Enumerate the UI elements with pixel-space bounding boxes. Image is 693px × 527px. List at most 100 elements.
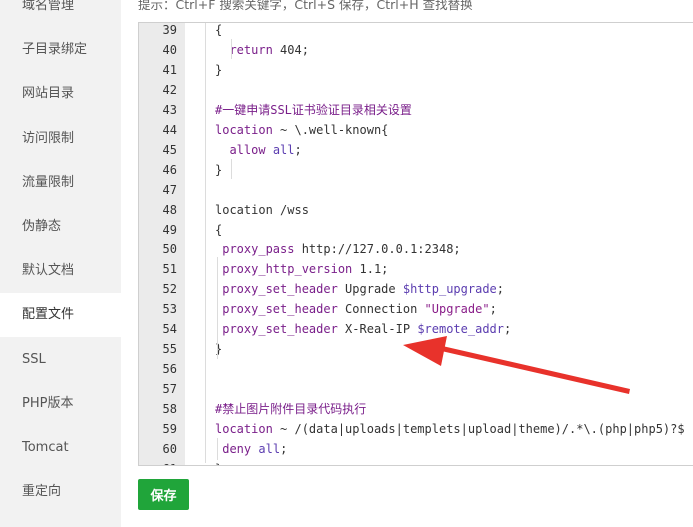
code-line[interactable]: 57 xyxy=(139,379,693,399)
line-number: 48 xyxy=(162,202,177,217)
line-number: 45 xyxy=(162,142,177,157)
code-text: proxy_http_version 1.1; xyxy=(215,259,388,279)
code-line[interactable]: 53 proxy_set_header Connection "Upgrade"… xyxy=(139,299,693,319)
indent-guide-inner xyxy=(217,438,218,460)
sidebar-item[interactable]: 重定向 xyxy=(0,470,121,514)
code-line[interactable]: 60 deny all; xyxy=(139,439,693,459)
code-token: { xyxy=(215,23,223,37)
code-line[interactable]: 54 proxy_set_header X-Real-IP $remote_ad… xyxy=(139,319,693,339)
code-token: proxy_set_header xyxy=(222,322,338,337)
line-number: 39 xyxy=(162,23,177,37)
code-token: } xyxy=(215,162,223,177)
line-number: 42 xyxy=(162,82,177,97)
sidebar-item[interactable]: 域名管理 xyxy=(0,0,121,28)
code-token: { xyxy=(215,222,223,237)
code-line[interactable]: 50 proxy_pass http://127.0.0.1:2348; xyxy=(139,239,693,259)
code-line[interactable]: 58 #禁止图片附件目录代码执行 xyxy=(139,399,693,419)
line-number: 57 xyxy=(162,382,177,397)
code-text: return 404; xyxy=(215,40,309,60)
code-token: ; xyxy=(496,282,505,297)
code-token: ; xyxy=(280,441,288,456)
code-line[interactable]: 40 return 404; xyxy=(139,40,693,60)
sidebar-item[interactable]: 默认文档 xyxy=(0,249,121,293)
code-line[interactable]: 49 { xyxy=(139,220,693,240)
sidebar-item[interactable]: SSL xyxy=(0,338,121,382)
code-text: #禁止图片附件目录代码执行 xyxy=(215,399,366,419)
code-text: location /wss xyxy=(215,200,309,220)
code-text: } xyxy=(215,160,222,180)
code-token: proxy_http_version xyxy=(222,262,353,277)
line-number: 58 xyxy=(162,402,177,417)
sidebar-item[interactable]: PHP版本 xyxy=(0,382,121,426)
code-line[interactable]: 43 #一键申请SSL证书验证目录相关设置 xyxy=(139,100,693,120)
sidebar-item[interactable]: 伪静态 xyxy=(0,205,121,249)
code-line[interactable]: 42 xyxy=(139,80,693,100)
line-number: 53 xyxy=(162,302,177,317)
code-line[interactable]: 59 location ~ /(data|uploads|templets|upl… xyxy=(139,419,693,439)
code-token: } xyxy=(215,462,222,465)
sidebar-item[interactable]: 流量限制 xyxy=(0,161,121,205)
line-number: 40 xyxy=(162,42,177,57)
code-line[interactable]: 47 xyxy=(139,180,693,200)
code-line[interactable]: 44 location ~ \.well-known{ xyxy=(139,120,693,140)
code-token: ; xyxy=(294,142,302,157)
sidebar-item[interactable]: 访问限制 xyxy=(0,117,121,161)
line-number: 51 xyxy=(162,262,177,277)
sidebar-item[interactable]: 网站目录 xyxy=(0,72,121,116)
sidebar-item[interactable]: Tomcat xyxy=(0,426,121,470)
code-token: proxy_set_header xyxy=(222,302,338,317)
sidebar-item[interactable]: 子目录绑定 xyxy=(0,28,121,72)
indent-guide-inner xyxy=(231,159,232,179)
line-number: 50 xyxy=(162,242,177,257)
code-token: 404; xyxy=(272,42,309,57)
code-token: all xyxy=(258,441,281,456)
code-line[interactable]: 41} xyxy=(139,60,693,80)
code-line[interactable]: 55} xyxy=(139,339,693,359)
code-text: { xyxy=(215,220,222,240)
code-line[interactable]: 46} xyxy=(139,160,693,180)
code-token: deny xyxy=(222,441,252,456)
code-token: $remote_addr xyxy=(417,322,505,337)
code-token: ; xyxy=(489,302,497,317)
code-token: ~ /(data|uploads|templets|upload|theme)/… xyxy=(272,422,685,436)
line-number: 61 xyxy=(139,459,177,465)
line-number: 43 xyxy=(162,102,177,117)
code-text: location ~ /(data|uploads|templets|uploa… xyxy=(215,419,685,439)
code-line[interactable]: 51 proxy_http_version 1.1; xyxy=(139,259,693,279)
code-token: $http_upgrade xyxy=(402,282,497,297)
code-token: ~ \.well-known{ xyxy=(272,122,389,137)
code-text: } xyxy=(215,60,222,80)
code-token: location /wss xyxy=(215,202,309,217)
line-number: 52 xyxy=(162,282,177,297)
code-line[interactable]: 56 xyxy=(139,359,693,379)
code-token: 1.1; xyxy=(352,262,389,277)
code-token: Connection xyxy=(337,302,425,317)
code-token: "Upgrade" xyxy=(424,302,490,317)
save-button[interactable]: 保存 xyxy=(138,479,189,510)
code-line[interactable]: 61} xyxy=(139,459,693,465)
code-token: #一键申请SSL证书验证目录相关设置 xyxy=(215,102,412,117)
code-text: location ~ \.well-known{ xyxy=(215,120,388,140)
editor-hint: 提示：Ctrl+F 搜索关键字，Ctrl+S 保存，Ctrl+H 查找替换 xyxy=(138,0,473,12)
line-number: 46 xyxy=(162,162,177,177)
code-editor[interactable]: 39 {40 return 404; 41} 42 43 #一键申请SSL证书验证目录相关… xyxy=(138,22,693,466)
code-text: #一键申请SSL证书验证目录相关设置 xyxy=(215,100,412,120)
code-text: deny all; xyxy=(215,439,287,459)
code-line[interactable]: 39 { xyxy=(139,23,693,40)
code-token: allow xyxy=(229,142,266,157)
code-line[interactable]: 52 proxy_set_header Upgrade $http_upgrad… xyxy=(139,279,693,299)
code-text: { xyxy=(215,23,223,40)
sidebar-item[interactable]: 配置文件 xyxy=(0,293,121,338)
code-text: proxy_set_header Upgrade $http_upgrade; xyxy=(215,279,504,299)
code-line[interactable]: 48 location /wss xyxy=(139,200,693,220)
code-line[interactable]: 45 allow all; xyxy=(139,140,693,160)
code-token: Upgrade xyxy=(337,282,403,297)
code-token: location xyxy=(215,422,273,436)
code-token: ; xyxy=(504,322,512,337)
code-token: proxy_set_header xyxy=(222,282,338,297)
code-token: all xyxy=(272,142,295,157)
code-text: proxy_set_header X-Real-IP $remote_addr; xyxy=(215,319,511,339)
code-token: proxy_pass xyxy=(222,242,295,257)
